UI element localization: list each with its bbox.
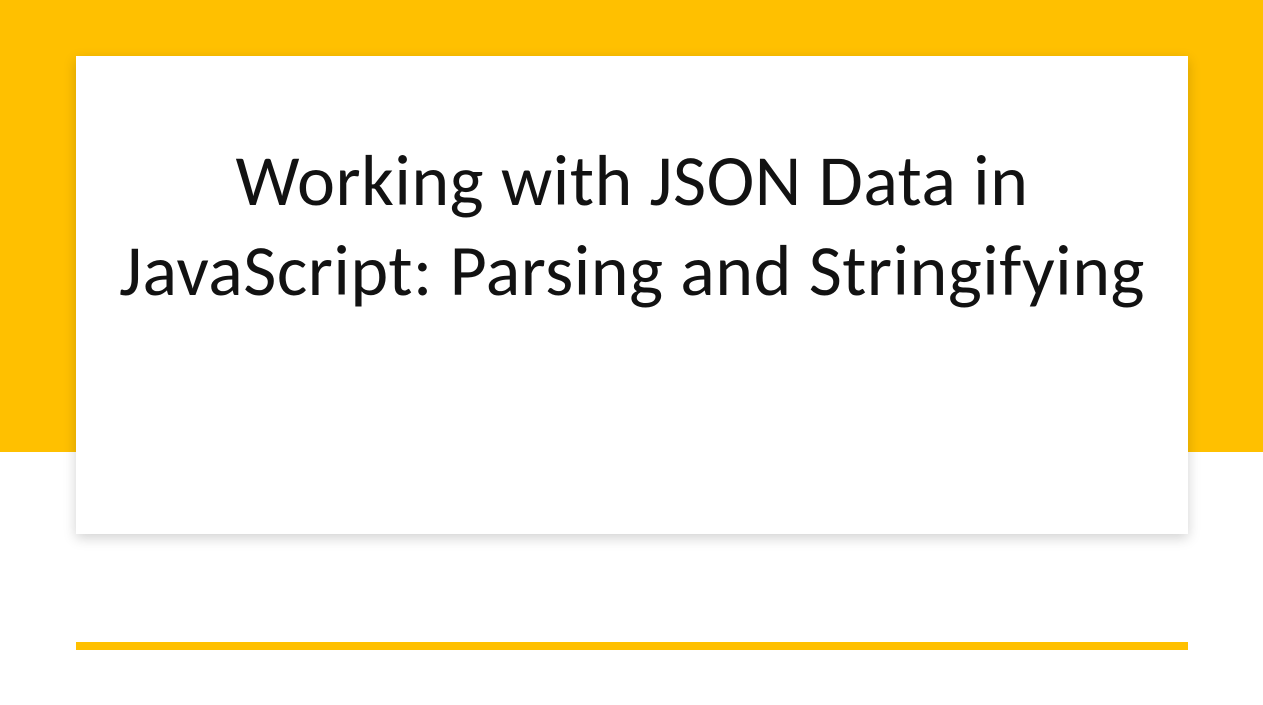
slide-title: Working with JSON Data in JavaScript: Pa…	[76, 136, 1188, 316]
accent-underline	[76, 642, 1188, 650]
title-card: Working with JSON Data in JavaScript: Pa…	[76, 56, 1188, 534]
